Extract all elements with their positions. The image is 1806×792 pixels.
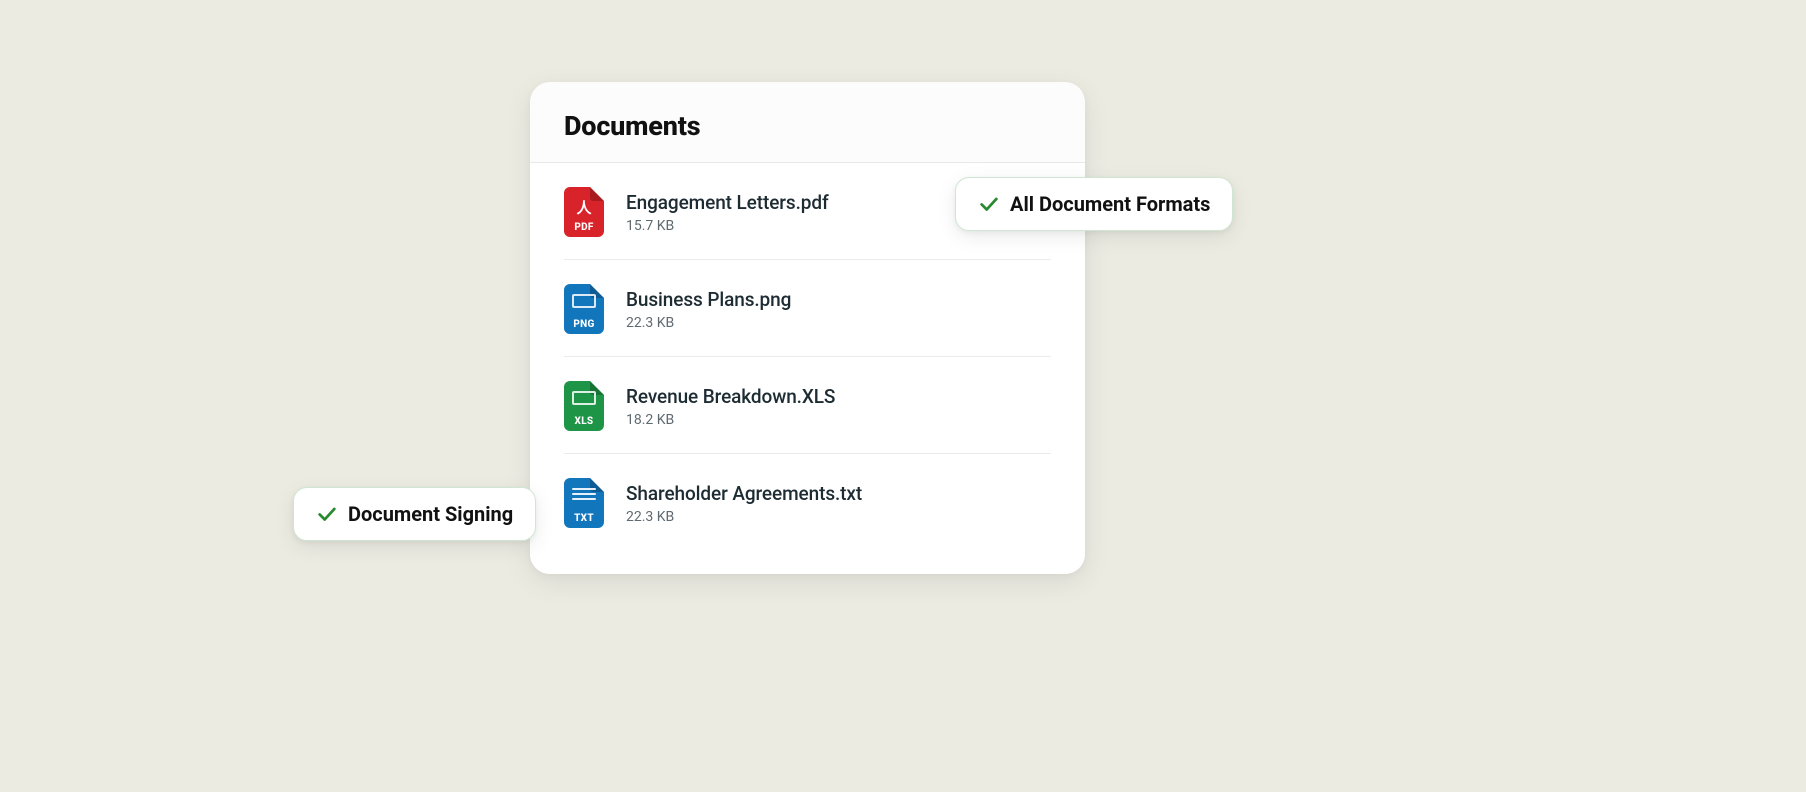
file-name: Engagement Letters.pdf [626,191,829,214]
file-size: 22.3 KB [626,509,862,525]
document-signing-badge: Document Signing [293,487,536,541]
file-ext-label: XLS [564,416,604,427]
file-row[interactable]: TXT Shareholder Agreements.txt 22.3 KB [564,454,1051,550]
file-name: Shareholder Agreements.txt [626,482,862,505]
badge-label: Document Signing [348,502,513,526]
file-size: 22.3 KB [626,315,791,331]
xls-file-icon: XLS [564,381,604,431]
card-title: Documents [564,110,1051,142]
file-size: 15.7 KB [626,218,829,234]
file-ext-label: TXT [564,513,604,524]
all-document-formats-badge: All Document Formats [955,177,1233,231]
check-icon [316,503,338,525]
file-size: 18.2 KB [626,412,835,428]
card-header: Documents [530,82,1085,163]
documents-card: Documents 人 PDF Engagement Letters.pdf 1… [530,82,1085,574]
file-row[interactable]: PNG Business Plans.png 22.3 KB [564,260,1051,357]
file-name: Revenue Breakdown.XLS [626,385,835,408]
pdf-file-icon: 人 PDF [564,187,604,237]
file-ext-label: PNG [564,319,604,330]
badge-label: All Document Formats [1010,192,1210,216]
txt-file-icon: TXT [564,478,604,528]
file-name: Business Plans.png [626,288,791,311]
check-icon [978,193,1000,215]
file-row[interactable]: XLS Revenue Breakdown.XLS 18.2 KB [564,357,1051,454]
png-file-icon: PNG [564,284,604,334]
file-ext-label: PDF [564,222,604,233]
